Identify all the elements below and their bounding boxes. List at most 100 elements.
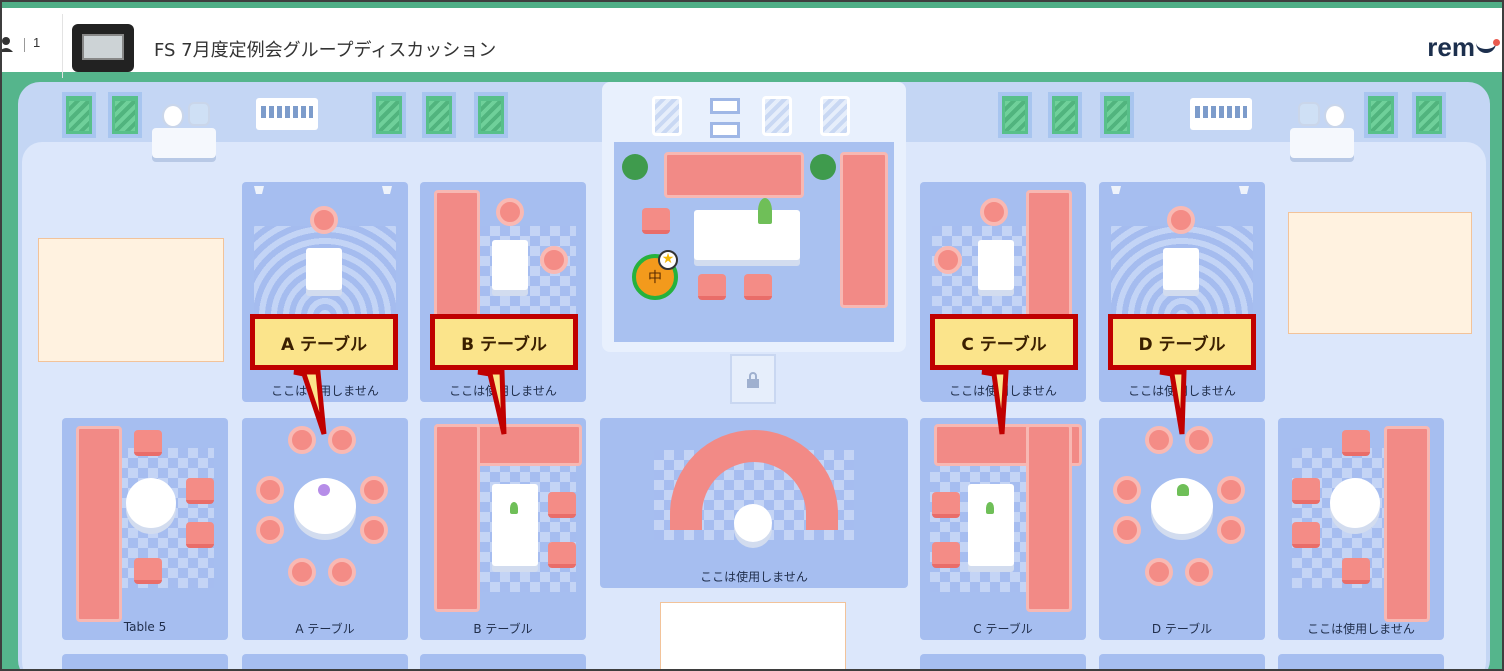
- window-icon: [1100, 92, 1134, 138]
- table-panel-c[interactable]: C テーブル: [920, 418, 1086, 640]
- table-panel-d[interactable]: D テーブル: [1099, 418, 1265, 640]
- window-icon: [372, 92, 406, 138]
- table-panel-partial[interactable]: [1099, 654, 1265, 669]
- plant-icon: [510, 502, 518, 514]
- star-icon: ★: [658, 250, 678, 270]
- chair: [934, 246, 962, 274]
- chair: [360, 516, 388, 544]
- table-label: ここは使用しません: [1128, 384, 1236, 398]
- table-panel-a[interactable]: A テーブル: [242, 418, 408, 640]
- table-panel[interactable]: ここは使用しません: [1278, 418, 1444, 640]
- chair: [1167, 206, 1195, 234]
- center-table-panel[interactable]: ここは使用しません: [600, 418, 908, 588]
- stool: [1292, 522, 1320, 548]
- frame-icon: [710, 122, 740, 138]
- window-icon: [1048, 92, 1082, 138]
- stool: [1342, 430, 1370, 456]
- stool: [642, 208, 670, 234]
- window-icon: [998, 92, 1032, 138]
- table-panel-b[interactable]: B テーブル: [420, 418, 586, 640]
- callout-d: D テーブル: [1108, 314, 1256, 370]
- avatar-label: 中: [648, 270, 662, 286]
- window-icon: [474, 92, 508, 138]
- teddy-bear-icon: [162, 104, 184, 128]
- stool: [548, 492, 576, 518]
- chair: [1113, 516, 1141, 544]
- table-label: ここは使用しません: [271, 384, 379, 398]
- stool: [186, 478, 214, 504]
- table-label: C テーブル: [973, 622, 1033, 636]
- lounge-table: [694, 210, 800, 260]
- chair: [1185, 426, 1213, 454]
- window-icon: [1364, 92, 1398, 138]
- window-icon: [422, 92, 456, 138]
- chair: [288, 558, 316, 586]
- chair: [1113, 476, 1141, 504]
- table-panel-partial[interactable]: [62, 654, 228, 669]
- top-bar: 1 FS 7月度定例会グループディスカッション rem: [2, 2, 1502, 78]
- user-icon[interactable]: [2, 36, 16, 52]
- chair: [328, 558, 356, 586]
- mirror-icon: [762, 96, 792, 136]
- stool: [698, 274, 726, 300]
- plant-icon: [1177, 484, 1189, 496]
- table-panel-partial[interactable]: [920, 654, 1086, 669]
- plant-icon: [810, 154, 836, 180]
- chair: [256, 476, 284, 504]
- plant-icon: [758, 198, 772, 224]
- stool: [1292, 478, 1320, 504]
- lamp-icon: [1111, 186, 1121, 208]
- locked-door: [730, 354, 776, 404]
- table-label: A テーブル: [295, 622, 355, 636]
- callout-text: C テーブル: [961, 334, 1047, 355]
- callout-text: D テーブル: [1138, 334, 1226, 355]
- table: [1163, 248, 1199, 290]
- teddy-bear-icon: [1324, 104, 1346, 128]
- chair: [310, 206, 338, 234]
- callout-a: A テーブル: [250, 314, 398, 370]
- stool: [134, 430, 162, 456]
- round-table: [734, 504, 772, 542]
- window-icon: [108, 92, 142, 138]
- table-panel-partial[interactable]: [1278, 654, 1444, 669]
- window-icon: [62, 92, 96, 138]
- chair: [980, 198, 1008, 226]
- divider: [24, 38, 25, 52]
- water-cooler-icon: [1298, 102, 1320, 126]
- sofa: [434, 190, 480, 330]
- chair: [360, 476, 388, 504]
- table-label: ここは使用しません: [449, 384, 557, 398]
- sofa: [1026, 190, 1072, 330]
- event-thumbnail[interactable]: [72, 24, 134, 72]
- table-label: D テーブル: [1151, 622, 1213, 636]
- table-panel-partial[interactable]: [420, 654, 586, 669]
- sofa: [76, 426, 122, 622]
- sofa: [1384, 426, 1430, 622]
- window-icon: [1412, 92, 1446, 138]
- chair: [1185, 558, 1213, 586]
- table: [306, 248, 342, 290]
- logo-text: rem: [1427, 32, 1475, 62]
- table-label: ここは使用しません: [700, 570, 808, 584]
- stool: [1342, 558, 1370, 584]
- chair: [1217, 476, 1245, 504]
- remo-logo[interactable]: rem: [1427, 32, 1500, 63]
- sofa: [840, 152, 888, 308]
- sofa: [1026, 424, 1072, 612]
- mirror-icon: [820, 96, 850, 136]
- table: [968, 484, 1014, 566]
- stool: [548, 542, 576, 568]
- callout-c: C テーブル: [930, 314, 1078, 370]
- chair: [540, 246, 568, 274]
- table: [492, 484, 538, 566]
- blank-area-bottom: [660, 602, 846, 669]
- table-panel-partial[interactable]: [242, 654, 408, 669]
- table-panel-5[interactable]: Table 5: [62, 418, 228, 640]
- table-label: ここは使用しません: [949, 384, 1057, 398]
- stool: [744, 274, 772, 300]
- lamp-icon: [382, 186, 392, 208]
- app-frame: 1 FS 7月度定例会グループディスカッション rem 中 ★ ここは使用しませ…: [0, 0, 1504, 671]
- flower-icon: [318, 484, 330, 496]
- callout-text: A テーブル: [280, 334, 368, 355]
- divider: [62, 14, 63, 78]
